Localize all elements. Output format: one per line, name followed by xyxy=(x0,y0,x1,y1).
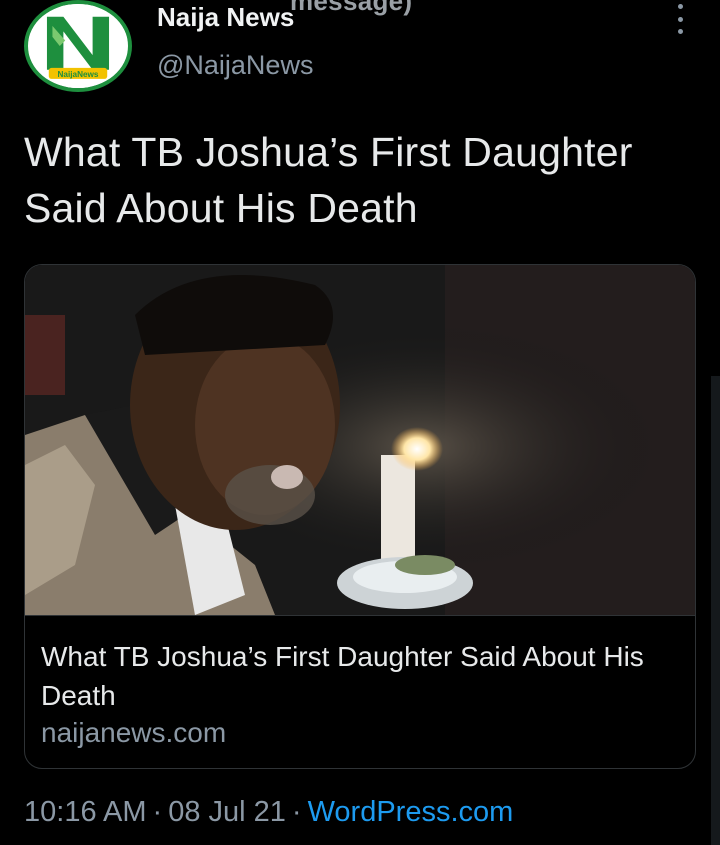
more-dot xyxy=(677,29,683,34)
overflow-text: message) xyxy=(290,0,413,16)
article-photo xyxy=(25,265,695,615)
card-title[interactable]: What TB Joshua’s First Daughter Said Abo… xyxy=(41,637,686,715)
meta-separator: · xyxy=(291,796,302,828)
tweet-meta: 10:16 AM · 08 Jul 21 · WordPress.com xyxy=(24,796,513,829)
avatar[interactable]: NaijaNews xyxy=(24,0,132,92)
tweet-source-link[interactable]: WordPress.com xyxy=(308,796,514,828)
card-divider xyxy=(25,615,695,616)
tweet-time: 10:16 AM xyxy=(24,796,147,828)
scrollbar-track[interactable] xyxy=(711,376,720,845)
more-dot xyxy=(677,16,683,22)
avatar-badge: NaijaNews xyxy=(57,70,98,79)
card-image[interactable] xyxy=(25,265,695,615)
card-domain: naijanews.com xyxy=(41,717,227,748)
more-dot xyxy=(677,4,683,9)
link-preview-card[interactable]: What TB Joshua’s First Daughter Said Abo… xyxy=(24,264,696,769)
tweet-text: What TB Joshua’s First Daughter Said Abo… xyxy=(24,129,633,231)
more-vertical-icon[interactable] xyxy=(668,4,692,34)
author-name[interactable]: Naija News xyxy=(157,2,294,33)
author-handle[interactable]: @NaijaNews xyxy=(157,50,313,81)
meta-separator: · xyxy=(152,796,163,828)
naija-news-logo: NaijaNews xyxy=(28,4,128,88)
tweet-date: 08 Jul 21 xyxy=(168,796,286,828)
